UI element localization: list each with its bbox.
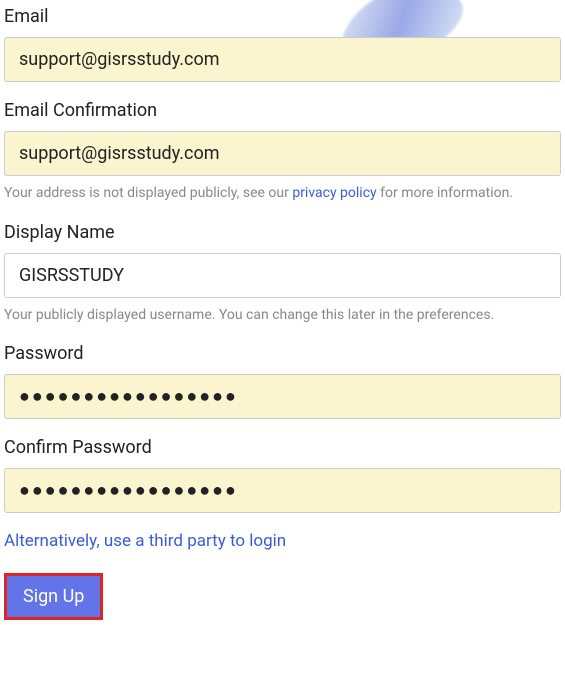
privacy-policy-link[interactable]: privacy policy <box>292 185 376 201</box>
password-label: Password <box>4 343 561 364</box>
email-confirm-label: Email Confirmation <box>4 100 561 121</box>
email-group: Email <box>4 6 561 82</box>
third-party-login-link[interactable]: Alternatively, use a third party to logi… <box>4 531 561 551</box>
signup-highlight: Sign Up <box>4 573 103 620</box>
password-group: Password <box>4 343 561 419</box>
password-input[interactable] <box>4 374 561 419</box>
email-label: Email <box>4 6 561 27</box>
confirm-password-group: Confirm Password <box>4 437 561 513</box>
email-input[interactable] <box>4 37 561 82</box>
display-name-label: Display Name <box>4 222 561 243</box>
email-confirm-helper: Your address is not displayed publicly, … <box>4 184 561 204</box>
helper-prefix: Your address is not displayed publicly, … <box>4 185 292 201</box>
confirm-password-input[interactable] <box>4 468 561 513</box>
display-name-helper: Your publicly displayed username. You ca… <box>4 306 561 326</box>
email-confirm-input[interactable] <box>4 131 561 176</box>
email-confirm-group: Email Confirmation Your address is not d… <box>4 100 561 204</box>
helper-suffix: for more information. <box>377 185 513 201</box>
confirm-password-label: Confirm Password <box>4 437 561 458</box>
display-name-group: Display Name Your publicly displayed use… <box>4 222 561 326</box>
sign-up-button[interactable]: Sign Up <box>7 576 100 617</box>
display-name-input[interactable] <box>4 253 561 298</box>
